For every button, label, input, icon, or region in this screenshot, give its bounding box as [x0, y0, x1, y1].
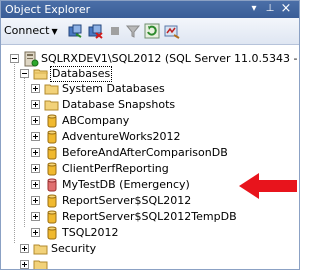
tree-node-security[interactable]: Security	[1, 241, 299, 257]
stop-icon[interactable]	[107, 23, 123, 39]
tree-node-system-databases[interactable]: System Databases	[1, 81, 299, 97]
connect-object-explorer-icon[interactable]	[67, 23, 83, 39]
tree-node-database[interactable]: TSQL2012	[1, 225, 299, 241]
window-position-dropdown-icon[interactable]: ▾	[247, 2, 261, 16]
tree-node-database[interactable]: ABCompany	[1, 113, 299, 129]
folder-icon	[33, 241, 49, 257]
panel-title: Object Explorer	[5, 3, 91, 16]
expand-toggle[interactable]	[31, 180, 40, 189]
refresh-icon[interactable]	[144, 23, 160, 39]
connect-label: Connect	[4, 24, 50, 37]
tree-node-label: MyTestDB (Emergency)	[62, 178, 190, 191]
database-icon	[44, 193, 60, 209]
filter-icon[interactable]	[125, 23, 141, 39]
tree-node-label: Database Snapshots	[62, 98, 176, 111]
tree-node-label: BeforeAndAfterComparisonDB	[62, 146, 228, 159]
database-icon	[44, 145, 60, 161]
expand-toggle[interactable]	[20, 244, 29, 253]
tree-node-label: ClientPerfReporting	[62, 162, 169, 175]
collapse-toggle[interactable]	[20, 69, 29, 78]
server-icon	[23, 51, 39, 67]
expand-toggle[interactable]	[20, 260, 29, 269]
object-explorer-tree: SQLRXDEV1\SQL2012 (SQL Server 11.0.5343 …	[1, 45, 299, 269]
tree-node-database[interactable]: BeforeAndAfterComparisonDB	[1, 145, 299, 161]
folder-icon	[44, 97, 60, 113]
database-icon	[44, 225, 60, 241]
expand-toggle[interactable]	[31, 100, 40, 109]
chevron-down-icon: ▼	[51, 27, 58, 36]
object-explorer-panel: Object Explorer ▾ ⊥ × Connect ▼ SQLRXDEV…	[0, 0, 300, 270]
folder-icon	[44, 81, 60, 97]
expand-toggle[interactable]	[31, 212, 40, 221]
disconnect-icon[interactable]	[87, 23, 103, 39]
connect-button[interactable]: Connect ▼	[4, 24, 58, 39]
panel-title-bar: Object Explorer ▾ ⊥ ×	[1, 1, 299, 18]
tree-node-label: ABCompany	[62, 114, 130, 127]
expand-toggle[interactable]	[31, 196, 40, 205]
tree-node-label: Databases	[50, 66, 113, 82]
object-explorer-toolbar: Connect ▼	[1, 18, 299, 45]
tree-node-label: TSQL2012	[62, 226, 119, 239]
folder-icon	[33, 257, 49, 269]
database-icon	[44, 161, 60, 177]
red-arrow-annotation	[239, 173, 297, 199]
expand-toggle[interactable]	[31, 132, 40, 141]
tree-node-label: ReportServer$SQL2012TempDB	[62, 210, 237, 223]
database-icon	[44, 129, 60, 145]
database-icon	[44, 113, 60, 129]
expand-toggle[interactable]	[31, 148, 40, 157]
tree-node-label: ReportServer$SQL2012	[62, 194, 192, 207]
expand-toggle[interactable]	[31, 84, 40, 93]
tree-node-label: System Databases	[62, 82, 165, 95]
tree-node-server[interactable]: SQLRXDEV1\SQL2012 (SQL Server 11.0.5343 …	[1, 51, 299, 67]
expand-toggle[interactable]	[31, 228, 40, 237]
collapse-toggle[interactable]	[10, 54, 19, 63]
database-emergency-icon	[44, 177, 60, 193]
database-icon	[44, 209, 60, 225]
close-icon[interactable]: ×	[279, 2, 293, 16]
activity-monitor-icon[interactable]	[164, 23, 180, 39]
expand-toggle[interactable]	[31, 164, 40, 173]
tree-node-label: AdventureWorks2012	[62, 130, 181, 143]
expand-toggle[interactable]	[31, 116, 40, 125]
tree-node-label: Security	[51, 242, 97, 255]
tree-node-database-snapshots[interactable]: Database Snapshots	[1, 97, 299, 113]
tree-node-databases[interactable]: Databases	[1, 66, 299, 82]
tree-node-clipped[interactable]	[1, 257, 299, 269]
tree-node-label: SQLRXDEV1\SQL2012 (SQL Server 11.0.5343 …	[41, 52, 298, 65]
folder-open-icon	[33, 66, 49, 82]
tree-node-database[interactable]: ReportServer$SQL2012TempDB	[1, 209, 299, 225]
auto-hide-pin-icon[interactable]: ⊥	[263, 2, 277, 16]
tree-node-database[interactable]: AdventureWorks2012	[1, 129, 299, 145]
